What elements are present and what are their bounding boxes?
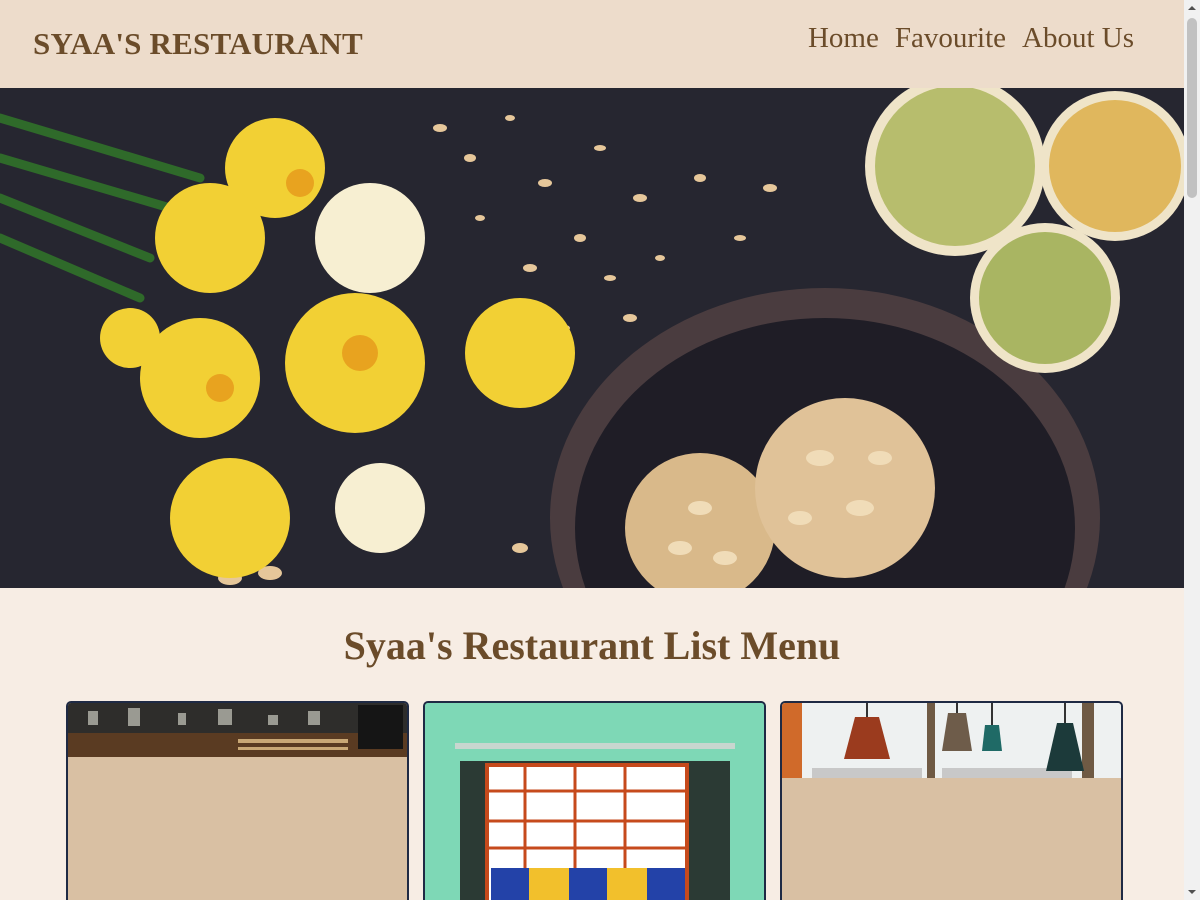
kitchen-image bbox=[68, 703, 407, 757]
scroll-thumb[interactable] bbox=[1187, 18, 1197, 198]
scroll-up-arrow-icon[interactable] bbox=[1184, 0, 1200, 16]
nav-links: Home Favourite About Us bbox=[808, 22, 1134, 55]
lamps-image bbox=[782, 703, 1121, 778]
menu-section-title: Syaa's Restaurant List Menu bbox=[343, 623, 841, 668]
nav-favourite-link[interactable]: Favourite bbox=[895, 22, 1006, 55]
page-scrollbar[interactable] bbox=[1184, 0, 1200, 900]
hero-image bbox=[0, 88, 1184, 588]
menu-card-storefront[interactable] bbox=[423, 701, 766, 900]
scroll-down-arrow-icon[interactable] bbox=[1184, 884, 1200, 900]
navbar: SYAA'S RESTAURANT Home Favourite About U… bbox=[0, 0, 1184, 88]
menu-card-lamps[interactable] bbox=[780, 701, 1123, 900]
nav-home-link[interactable]: Home bbox=[808, 22, 879, 55]
menu-card-kitchen[interactable] bbox=[66, 701, 409, 900]
nav-about-us-link[interactable]: About Us bbox=[1022, 22, 1134, 55]
site-brand[interactable]: SYAA'S RESTAURANT bbox=[33, 26, 363, 62]
storefront-image bbox=[425, 703, 764, 900]
